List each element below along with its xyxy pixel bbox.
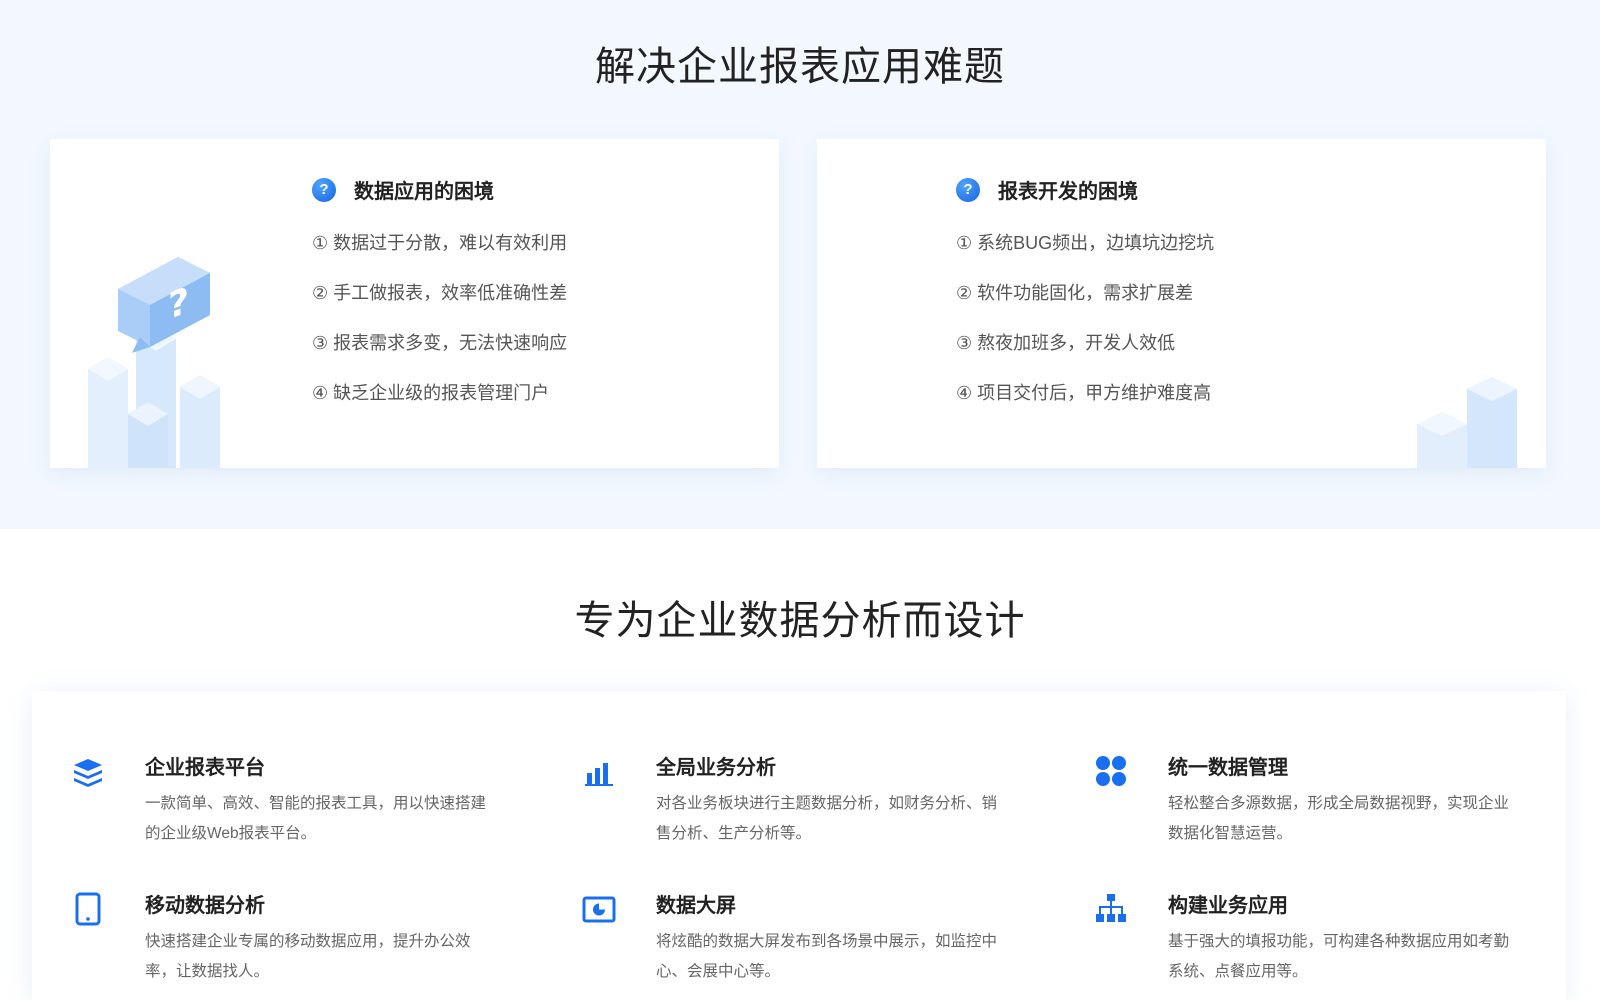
- list-item: ① 系统BUG频出，边填坑边挖坑: [956, 233, 1215, 253]
- section-title-features: 专为企业数据分析而设计: [574, 599, 1026, 643]
- section-title-problems: 解决企业报表应用难题: [595, 45, 1005, 89]
- screen-pie-icon: [582, 896, 616, 923]
- layers-icon: [74, 759, 102, 787]
- grid-icon: [1096, 756, 1126, 786]
- card-data-application: ? ? 数据应用的困境 ① 数据过于分散，难以有效利用 ② 手工做报表，效率低准…: [50, 139, 779, 468]
- card-report-development: ? 报表开发的困境 ① 系统BUG频出，边填坑边挖坑 ② 软件功能固化，需求扩展…: [817, 139, 1546, 468]
- svg-text:?: ?: [168, 278, 189, 328]
- feature-title: 统一数据管理: [1168, 757, 1288, 779]
- feature-title: 构建业务应用: [1168, 895, 1288, 917]
- list-item: ② 软件功能固化，需求扩展差: [956, 283, 1194, 303]
- list-item: ② 手工做报表，效率低准确性差: [312, 283, 568, 303]
- bar-blocks-illustration: [1417, 377, 1517, 468]
- feature-title: 全局业务分析: [656, 757, 776, 779]
- list-item: ① 数据过于分散，难以有效利用: [312, 233, 568, 253]
- feature-description: 快速搭建企业专属的移动数据应用，提升办公效率，让数据找人。: [145, 933, 471, 980]
- question-icon: ?: [312, 177, 336, 202]
- bar-chart-icon: [585, 763, 613, 786]
- feature-description: 轻松整合多源数据，形成全局数据视野，实现企业数据化智慧运营。: [1168, 795, 1510, 842]
- feature-description: 将炫酷的数据大屏发布到各场景中展示，如监控中心、会展中心等。: [656, 933, 998, 980]
- problems-section: 解决企业报表应用难题 ? ? 数据应用的困境 ① 数据过于分散，难以有效利用 ②: [0, 0, 1600, 529]
- feature-description: 对各业务板块进行主题数据分析，如财务分析、销售分析、生产分析等。: [656, 795, 998, 842]
- feature-title: 数据大屏: [656, 895, 736, 917]
- card-title: 报表开发的困境: [998, 181, 1138, 203]
- card-header: ? 数据应用的困境: [312, 175, 494, 204]
- feature-title: 企业报表平台: [145, 757, 265, 779]
- list-item: ④ 项目交付后，甲方维护难度高: [956, 383, 1212, 403]
- features-panel: 企业报表平台 一款简单、高效、智能的报表工具，用以快速搭建的企业级Web报表平台…: [32, 691, 1566, 1000]
- feature-title: 移动数据分析: [145, 895, 265, 917]
- list-item: ③ 报表需求多变，无法快速响应: [312, 333, 568, 353]
- feature-description: 基于强大的填报功能，可构建各种数据应用如考勤系统、点餐应用等。: [1168, 933, 1510, 980]
- question-bubble-illustration: ?: [88, 257, 220, 468]
- feature-description: 一款简单、高效、智能的报表工具，用以快速搭建的企业级Web报表平台。: [145, 795, 487, 842]
- tablet-icon: [75, 892, 101, 926]
- list-item: ③ 熬夜加班多，开发人效低: [956, 333, 1176, 353]
- card-title: 数据应用的困境: [354, 181, 494, 203]
- question-icon: ?: [956, 177, 980, 202]
- pain-point-list: ① 数据过于分散，难以有效利用 ② 手工做报表，效率低准确性差 ③ 报表需求多变…: [312, 231, 567, 431]
- card-header: ? 报表开发的困境: [956, 175, 1138, 204]
- list-item: ④ 缺乏企业级的报表管理门户: [312, 383, 550, 403]
- org-chart-icon: [1096, 894, 1126, 922]
- pain-point-list: ① 系统BUG频出，边填坑边挖坑 ② 软件功能固化，需求扩展差 ③ 熬夜加班多，…: [956, 231, 1214, 431]
